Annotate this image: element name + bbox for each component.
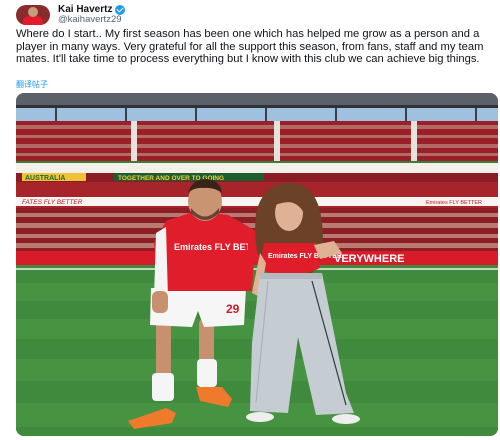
avatar-body	[23, 16, 43, 25]
emirates-banner-text: Emirates FLY BETTER	[426, 200, 482, 206]
stand-ring	[16, 163, 498, 173]
player-sock-right	[197, 359, 217, 387]
avatar-head	[28, 7, 38, 17]
stadium-roof	[16, 93, 498, 105]
shorts-number: 29	[226, 302, 240, 316]
tweet-text: Where do I start.. My first season has b…	[16, 28, 484, 66]
stadium-photo: AUSTRALIA TOGETHER AND OVER TO GOING FAT…	[16, 93, 498, 436]
tweet-card: Kai Havertz @kaihavertz29 Where do I sta…	[0, 0, 500, 440]
player-sleeve-left	[154, 227, 168, 298]
author-names: Kai Havertz @kaihavertz29	[58, 5, 126, 25]
player-sock-left	[152, 373, 174, 401]
translate-post-link[interactable]: 翻译帖子	[16, 79, 48, 90]
led-board-text: VERYWHERE	[334, 253, 405, 265]
author-handle[interactable]: @kaihavertz29	[58, 15, 125, 25]
woman-shoe-left	[246, 412, 274, 422]
woman-shoe-right	[332, 414, 360, 424]
avatar[interactable]	[16, 5, 50, 25]
verified-badge-icon	[115, 5, 126, 15]
tweet-header: Kai Havertz @kaihavertz29	[16, 4, 126, 26]
stand-sign-left-text: AUSTRALIA	[25, 175, 65, 182]
tweet-photo[interactable]: AUSTRALIA TOGETHER AND OVER TO GOING FAT…	[16, 93, 498, 436]
fates-banner-text: FATES FLY BETTER	[22, 199, 83, 206]
